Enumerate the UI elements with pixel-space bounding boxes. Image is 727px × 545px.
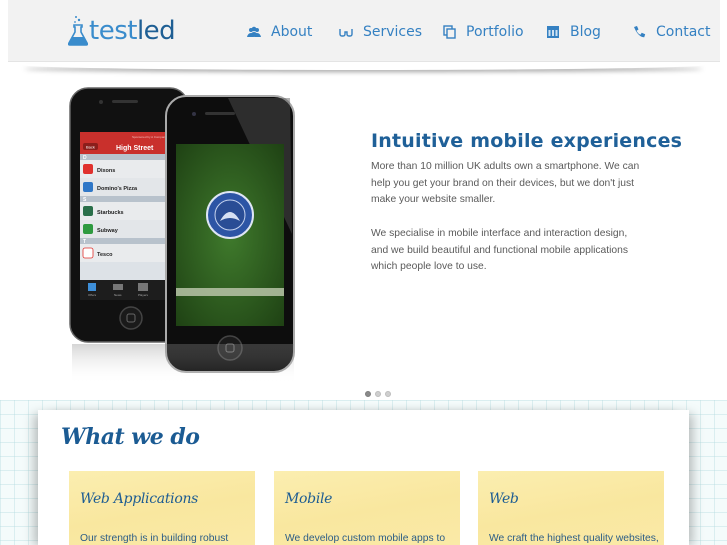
phone-app-item: Tesco [97,252,113,258]
phone-app-title: High Street [116,145,154,152]
slider-dot-1[interactable] [365,391,371,397]
slider-dot-3[interactable] [385,391,391,397]
card-text: We craft the highest quality websites, [489,533,659,544]
nav-services-label: Services [363,24,423,40]
logo-text: testled [89,16,176,46]
nav-portfolio[interactable]: Portfolio [442,21,524,43]
nav-contact-label: Contact [656,24,711,40]
flask-icon [68,16,88,46]
copy-icon [443,25,456,39]
phone-icon [634,26,646,38]
hero-paragraph: More than 10 million UK adults own a sma… [371,161,640,206]
hero-title: Intuitive mobile experiences [371,130,683,152]
nav-about-label: About [271,24,313,40]
hero-phones-image: Sponsored by A Company Ltd Back High Str… [68,84,300,384]
card-text: Our strength is in building robust [80,533,229,544]
service-card-web-applications[interactable]: Web Applications Our strength is in buil… [69,471,255,545]
nav-contact[interactable]: Contact [632,21,710,43]
calendar-icon [547,26,559,38]
glasses-icon [339,29,353,37]
phone-app-tab: News [114,293,122,297]
card-title: Web Applications [80,491,199,507]
nav-services[interactable]: Services [339,21,422,43]
phone-app-item: Domino's Pizza [97,186,138,192]
section-title: What we do [61,424,200,450]
card-text: We develop custom mobile apps to [285,533,446,544]
slider-dot-2[interactable] [375,391,381,397]
slider-pagination [365,391,391,397]
nav-blog-label: Blog [570,24,601,40]
card-title: Web [489,491,519,507]
phone-app-tab: Players [138,293,149,297]
service-card-mobile[interactable]: Mobile We develop custom mobile apps to [274,471,460,545]
nav-portfolio-label: Portfolio [466,24,524,40]
logo[interactable]: testled [68,14,176,46]
phone-app-item: Subway [97,228,119,234]
phone-app-back: Back [86,145,95,150]
nav-blog[interactable]: Blog [546,21,601,43]
people-icon [247,26,261,37]
service-card-web[interactable]: Web We craft the highest quality website… [478,471,664,545]
phone-app-tab: Offers [88,293,97,297]
site-header: testled About Services Portfolio Blog Co… [8,0,720,62]
hero-paragraph: We specialise in mobile interface and in… [371,228,629,273]
nav-about[interactable]: About [247,21,312,43]
card-title: Mobile [285,491,333,507]
phone-app-item: Starbucks [97,210,124,216]
phone-app-item: Dixons [97,168,115,174]
